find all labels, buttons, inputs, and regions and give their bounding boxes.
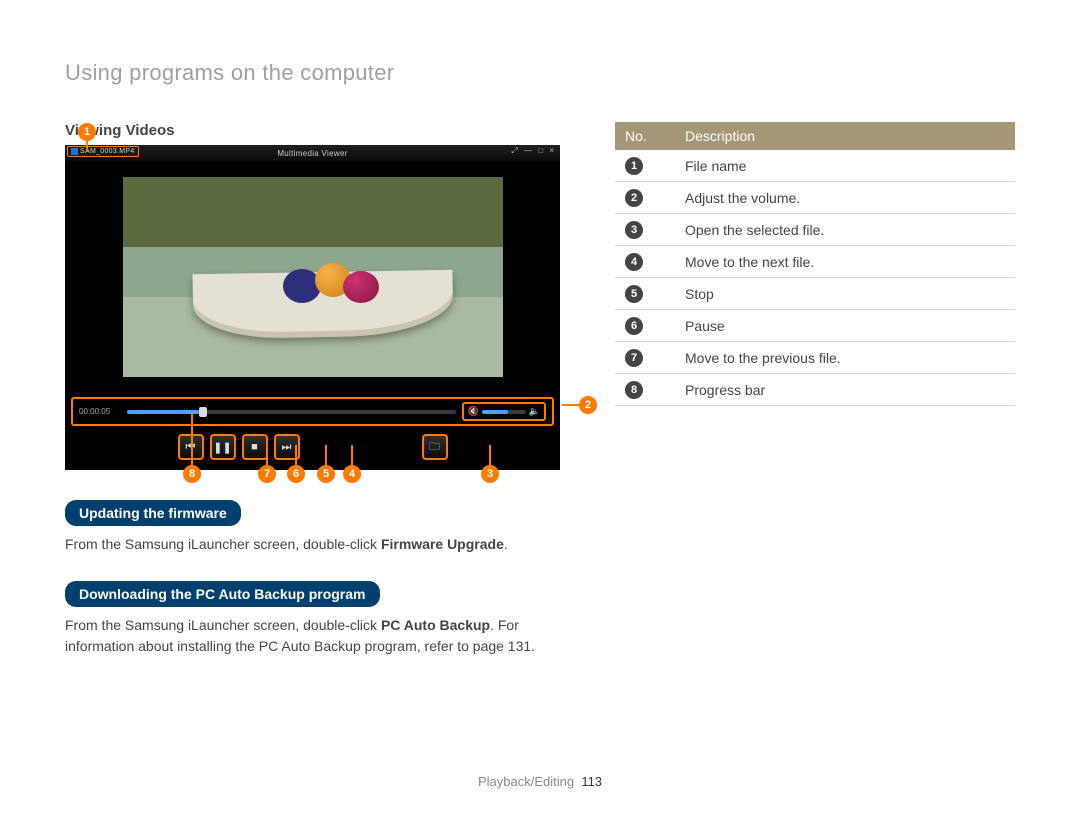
- page-footer: Playback/Editing 113: [0, 774, 1080, 789]
- row-num: 1: [625, 157, 643, 175]
- player-window: SAM_0003.MP4 Multimedia Viewer ⤢ — □ × 0…: [65, 145, 560, 470]
- callout-5: 5: [317, 465, 335, 483]
- table-row: 8 Progress bar: [615, 374, 1015, 406]
- table-row: 7 Move to the previous file.: [615, 342, 1015, 374]
- row-desc: Open the selected file.: [675, 214, 1015, 246]
- row-desc: Stop: [675, 278, 1015, 310]
- stop-button[interactable]: ■: [242, 434, 268, 460]
- updating-firmware-heading: Updating the firmware: [65, 500, 241, 526]
- player-title: Multimedia Viewer: [277, 149, 347, 158]
- viewing-videos-heading: Viewing Videos: [65, 122, 575, 139]
- player-figure: 1 2 3 4 5 6 7 8 SAM_0003.MP4 Multimedia …: [65, 145, 575, 470]
- para1-c: .: [504, 536, 508, 552]
- row-num: 6: [625, 317, 643, 335]
- row-num: 2: [625, 189, 643, 207]
- volume-slider[interactable]: [482, 410, 526, 414]
- elapsed-time: 00:00:05: [79, 407, 121, 416]
- video-frame: [65, 161, 560, 393]
- row-num: 3: [625, 221, 643, 239]
- row-num: 5: [625, 285, 643, 303]
- table-row: 4 Move to the next file.: [615, 246, 1015, 278]
- row-desc: File name: [675, 150, 1015, 182]
- para1-b: Firmware Upgrade: [381, 536, 504, 552]
- th-no: No.: [615, 122, 675, 150]
- th-desc: Description: [675, 122, 1015, 150]
- updating-firmware-text: From the Samsung iLauncher screen, doubl…: [65, 534, 575, 555]
- progress-bar[interactable]: [127, 410, 456, 414]
- table-row: 5 Stop: [615, 278, 1015, 310]
- para2-b: PC Auto Backup: [381, 617, 490, 633]
- footer-page: 113: [581, 774, 602, 789]
- callout-4: 4: [343, 465, 361, 483]
- row-desc: Move to the previous file.: [675, 342, 1015, 374]
- download-backup-text: From the Samsung iLauncher screen, doubl…: [65, 615, 575, 657]
- callout-6: 6: [287, 465, 305, 483]
- callout-3: 3: [481, 465, 499, 483]
- download-backup-heading: Downloading the PC Auto Backup program: [65, 581, 380, 607]
- table-row: 2 Adjust the volume.: [615, 182, 1015, 214]
- description-table: No. Description 1 File name 2 Adjust the v…: [615, 122, 1015, 406]
- row-desc: Pause: [675, 310, 1015, 342]
- callout-1: 1: [78, 123, 96, 141]
- progress-bar-group: 00:00:05 🔇 🔈: [71, 397, 554, 426]
- pause-button[interactable]: ❚❚: [210, 434, 236, 460]
- para2-a: From the Samsung iLauncher screen, doubl…: [65, 617, 381, 633]
- row-num: 8: [625, 381, 643, 399]
- volume-group: 🔇 🔈: [462, 402, 546, 421]
- volume-up-icon[interactable]: 🔈: [529, 406, 540, 417]
- table-row: 1 File name: [615, 150, 1015, 182]
- table-row: 6 Pause: [615, 310, 1015, 342]
- row-desc: Progress bar: [675, 374, 1015, 406]
- player-titlebar: SAM_0003.MP4 Multimedia Viewer ⤢ — □ ×: [65, 145, 560, 161]
- row-desc: Move to the next file.: [675, 246, 1015, 278]
- row-desc: Adjust the volume.: [675, 182, 1015, 214]
- row-num: 7: [625, 349, 643, 367]
- row-num: 4: [625, 253, 643, 271]
- callout-7: 7: [258, 465, 276, 483]
- callout-2: 2: [579, 396, 597, 414]
- table-row: 3 Open the selected file.: [615, 214, 1015, 246]
- volume-down-icon[interactable]: 🔇: [468, 406, 479, 417]
- page-heading: Using programs on the computer: [65, 60, 1015, 86]
- open-file-button[interactable]: 🗀: [422, 434, 448, 460]
- window-controls: ⤢ — □ ×: [511, 146, 556, 156]
- file-name-tab: SAM_0003.MP4: [67, 146, 139, 157]
- callout-8: 8: [183, 465, 201, 483]
- footer-section: Playback/Editing: [478, 774, 574, 789]
- para1-a: From the Samsung iLauncher screen, doubl…: [65, 536, 381, 552]
